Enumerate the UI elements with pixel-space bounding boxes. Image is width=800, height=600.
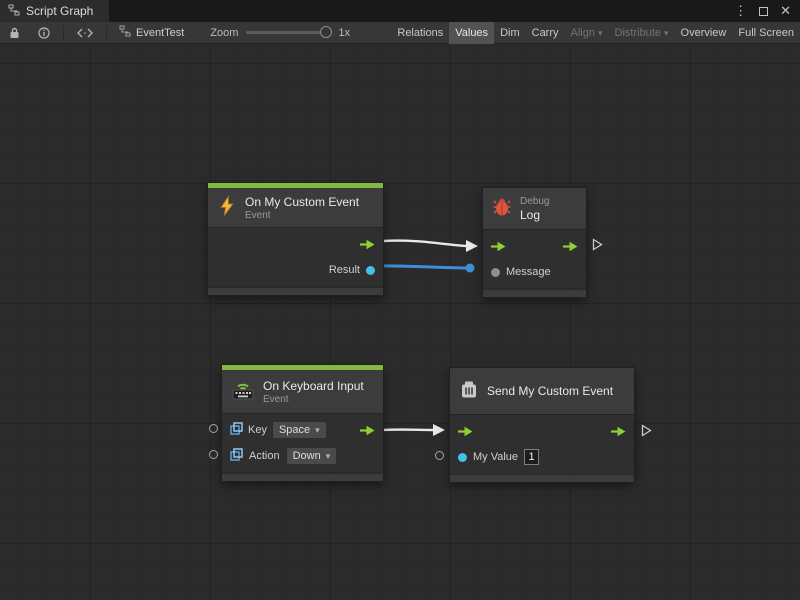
node-footer: [450, 475, 634, 482]
value-input-port[interactable]: [491, 268, 500, 277]
maximize-icon[interactable]: [759, 7, 768, 16]
graph-asset-icon: [119, 25, 131, 40]
overview-button[interactable]: Overview: [675, 22, 733, 44]
zoom-slider[interactable]: [246, 31, 330, 34]
node-footer: [208, 288, 383, 295]
node-body: Message: [483, 229, 586, 288]
node-header: Debug Log: [483, 188, 586, 229]
flow-wire-keyboard-to-send[interactable]: [383, 424, 445, 436]
chevron-down-icon: ▾: [598, 28, 603, 39]
chevron-down-icon: ▾: [326, 449, 331, 463]
fullscreen-button[interactable]: Full Screen: [732, 22, 800, 44]
toolbar-divider: [63, 26, 64, 40]
align-label: Align: [571, 27, 595, 39]
tab-title: Script Graph: [26, 4, 93, 18]
port-label-key: Key: [248, 424, 267, 436]
value-input-port[interactable]: [458, 453, 467, 462]
values-button[interactable]: Values: [449, 22, 494, 44]
node-header: On My Custom Event Event: [208, 188, 383, 227]
script-graph-tab-icon: [8, 4, 20, 19]
bug-icon: [492, 197, 512, 220]
node-footer: [483, 290, 586, 297]
chevron-down-icon: ▾: [664, 28, 669, 39]
run-indicator-icon[interactable]: [641, 424, 652, 437]
action-dropdown[interactable]: Down ▾: [286, 447, 338, 465]
graph-breadcrumb[interactable]: EventTest: [111, 25, 192, 40]
node-debug-log[interactable]: Debug Log Message: [483, 188, 586, 297]
port-label-my-value: My Value: [473, 451, 518, 463]
key-value-socket[interactable]: [209, 424, 218, 433]
value-output-port[interactable]: [366, 266, 375, 275]
keycode-type-icon: [230, 422, 243, 438]
lock-icon[interactable]: [0, 22, 29, 44]
node-title: On Keyboard Input: [263, 379, 364, 393]
node-body: My Value 1: [450, 414, 634, 473]
toolbar-buttons: Relations Values Dim Carry Align ▾ Distr…: [391, 22, 800, 44]
graph-canvas[interactable]: On My Custom Event Event Result: [0, 44, 800, 600]
keyboard-icon: [231, 380, 255, 403]
node-header: On Keyboard Input Event: [222, 370, 383, 413]
flow-output-port[interactable]: [360, 425, 375, 436]
node-title: Log: [520, 208, 549, 222]
graph-name: EventTest: [136, 27, 184, 39]
event-machine-icon: [459, 380, 479, 403]
node-header: Send My Custom Event: [450, 368, 634, 414]
node-category: Debug: [520, 196, 549, 207]
key-dropdown-value: Space: [279, 423, 310, 437]
tab-script-graph[interactable]: Script Graph: [0, 0, 109, 22]
node-title: On My Custom Event: [245, 195, 359, 209]
close-icon[interactable]: ✕: [780, 3, 791, 19]
tab-bar: Script Graph ⋮ ✕: [0, 0, 800, 22]
flow-input-port[interactable]: [491, 241, 506, 252]
flow-wire-customevent-to-log[interactable]: [383, 240, 478, 252]
code-icon[interactable]: [68, 22, 102, 44]
node-send-my-custom-event[interactable]: Send My Custom Event My Value 1: [450, 368, 634, 482]
my-value-socket[interactable]: [435, 451, 444, 460]
key-dropdown[interactable]: Space ▾: [272, 421, 327, 439]
action-dropdown-value: Down: [293, 449, 321, 463]
node-footer: [222, 474, 383, 481]
node-body: Key Space ▾: [222, 413, 383, 472]
zoom-slider-handle[interactable]: [320, 26, 332, 38]
lightning-icon: [217, 195, 237, 220]
node-on-keyboard-input[interactable]: On Keyboard Input Event Key: [222, 365, 383, 481]
port-label-message: Message: [506, 266, 551, 278]
connection-layer: [0, 44, 800, 600]
kebab-menu-icon[interactable]: ⋮: [734, 3, 747, 19]
node-subtitle: Event: [263, 394, 364, 405]
keycode-type-icon: [230, 448, 243, 464]
run-indicator-icon[interactable]: [592, 238, 603, 251]
align-dropdown-button[interactable]: Align ▾: [565, 22, 609, 44]
toolbar-divider: [106, 26, 107, 40]
flow-input-port[interactable]: [458, 426, 473, 437]
dim-button[interactable]: Dim: [494, 22, 526, 44]
relations-button[interactable]: Relations: [391, 22, 449, 44]
node-on-my-custom-event[interactable]: On My Custom Event Event Result: [208, 183, 383, 295]
info-icon[interactable]: [29, 22, 59, 44]
zoom-control: Zoom 1x: [210, 27, 350, 39]
port-label-result: Result: [329, 264, 360, 276]
flow-output-port[interactable]: [563, 241, 578, 252]
port-label-action: Action: [249, 450, 280, 462]
script-graph-window: Script Graph ⋮ ✕: [0, 0, 800, 600]
chevron-down-icon: ▾: [315, 423, 320, 437]
flow-output-port[interactable]: [611, 426, 626, 437]
action-value-socket[interactable]: [209, 450, 218, 459]
node-title: Send My Custom Event: [487, 384, 613, 398]
distribute-dropdown-button[interactable]: Distribute ▾: [609, 22, 675, 44]
zoom-label: Zoom: [210, 27, 238, 39]
node-subtitle: Event: [245, 210, 359, 221]
window-controls: ⋮ ✕: [734, 0, 800, 22]
flow-output-port[interactable]: [360, 239, 375, 250]
graph-toolbar: EventTest Zoom 1x Relations Values Dim C…: [0, 22, 800, 44]
distribute-label: Distribute: [615, 27, 661, 39]
my-value-input[interactable]: 1: [524, 449, 539, 465]
zoom-value: 1x: [338, 27, 350, 39]
node-body: Result: [208, 227, 383, 286]
carry-button[interactable]: Carry: [526, 22, 565, 44]
